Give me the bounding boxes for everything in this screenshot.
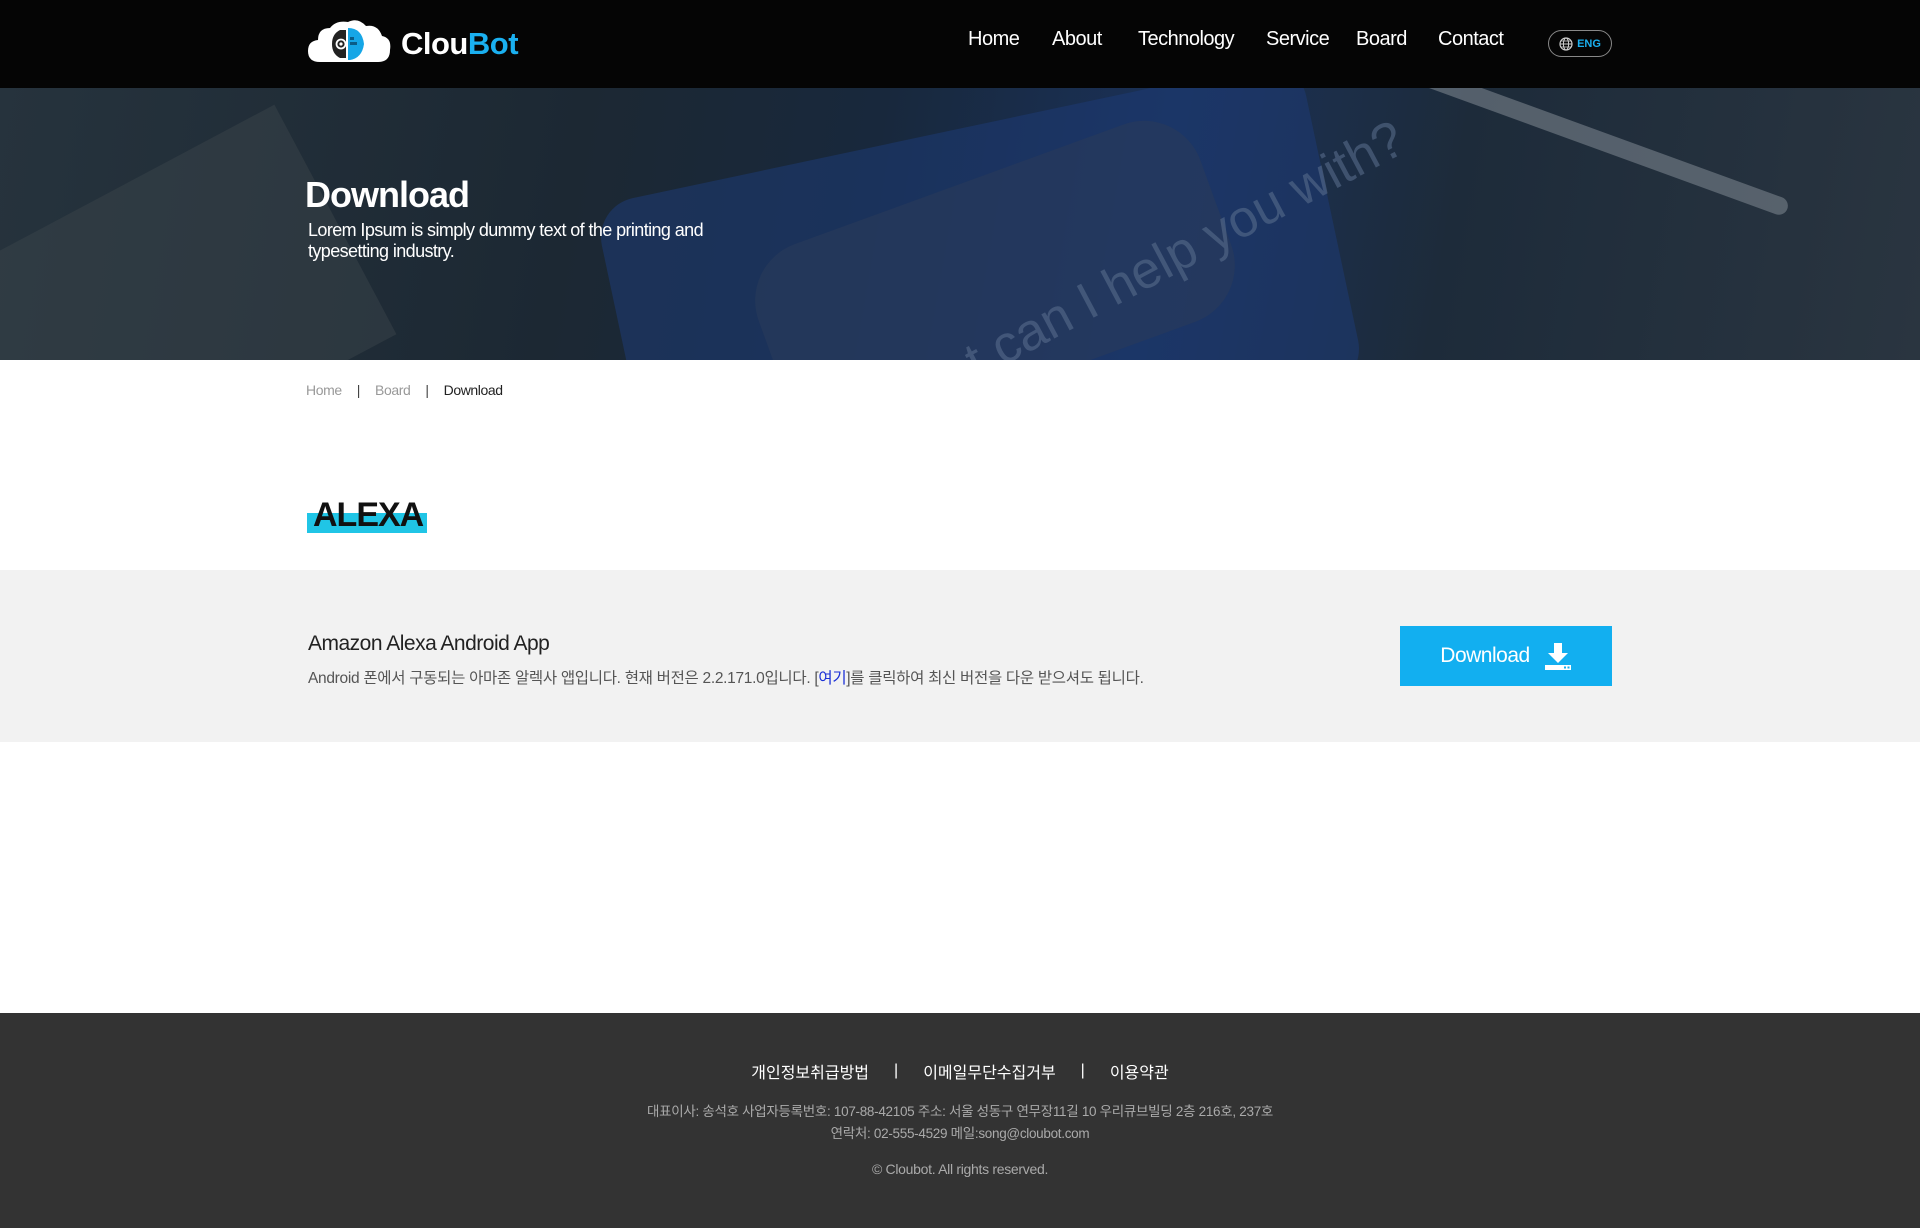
- footer-separator: |: [894, 1062, 899, 1079]
- nav-about[interactable]: About: [1052, 28, 1102, 51]
- site-footer: 개인정보취급방법 | 이메일무단수집거부 | 이용약관 대표이사: 송석호 사업…: [0, 1013, 1920, 1228]
- section-title: ALEXA: [307, 496, 428, 535]
- breadcrumb-separator: |: [425, 382, 429, 398]
- download-icon: [1544, 643, 1571, 670]
- footer-links: 개인정보취급방법 | 이메일무단수집거부 | 이용약관: [0, 1059, 1920, 1083]
- description-text: Android 폰에서 구동되는 아마존 알렉사 앱입니다. 현재 버전은 2.…: [308, 670, 819, 687]
- footer-link-terms[interactable]: 이용약관: [1110, 1059, 1169, 1083]
- breadcrumb-current: Download: [443, 382, 503, 398]
- download-item-title: Amazon Alexa Android App: [308, 632, 550, 655]
- page-hero-banner: What can I help you with? Download Lorem…: [0, 88, 1920, 360]
- language-toggle[interactable]: ENG: [1548, 30, 1612, 57]
- nav-service[interactable]: Service: [1266, 28, 1330, 51]
- page-subtitle: Lorem Ipsum is simply dummy text of the …: [308, 220, 704, 261]
- logo[interactable]: ClouBot: [306, 18, 519, 70]
- copyright: © Cloubot. All rights reserved.: [871, 1161, 1049, 1177]
- nav-board[interactable]: Board: [1356, 28, 1407, 51]
- footer-link-privacy[interactable]: 개인정보취급방법: [751, 1059, 869, 1083]
- language-label: ENG: [1577, 37, 1601, 50]
- logo-text: ClouBot: [401, 26, 519, 62]
- site-header: ClouBot Home About Technology Service Bo…: [0, 0, 1920, 88]
- footer-link-email-refusal[interactable]: 이메일무단수집거부: [923, 1059, 1055, 1083]
- nav-contact[interactable]: Contact: [1438, 28, 1504, 51]
- latest-version-link[interactable]: 여기: [818, 670, 846, 687]
- breadcrumb-board[interactable]: Board: [375, 382, 411, 398]
- breadcrumb: Home | Board | Download: [306, 382, 503, 398]
- description-text-tail: ]를 클릭하여 최신 버전을 다운 받으셔도 됩니다.: [846, 670, 1144, 687]
- company-info: 대표이사: 송석호 사업자등록번호: 107-88-42105 주소: 서울 성…: [0, 1101, 1920, 1145]
- logo-text-part1: Clou: [401, 26, 468, 61]
- footer-separator: |: [1080, 1062, 1085, 1079]
- page-title: Download: [305, 174, 470, 215]
- hero-background-pen: [1389, 88, 1791, 218]
- download-button-label: Download: [1440, 644, 1530, 667]
- globe-icon: [1559, 36, 1573, 51]
- company-info-line1: 대표이사: 송석호 사업자등록번호: 107-88-42105 주소: 서울 성…: [646, 1104, 1274, 1119]
- logo-text-part2: Bot: [467, 26, 519, 61]
- nav-technology[interactable]: Technology: [1138, 28, 1235, 51]
- breadcrumb-home[interactable]: Home: [306, 382, 342, 398]
- download-item-description: Android 폰에서 구동되는 아마존 알렉사 앱입니다. 현재 버전은 2.…: [308, 666, 1144, 688]
- cloud-robot-icon: [308, 20, 391, 62]
- breadcrumb-separator: |: [356, 382, 361, 398]
- section-title-text: ALEXA: [313, 496, 424, 534]
- download-button[interactable]: Download: [1400, 626, 1612, 686]
- nav-home[interactable]: Home: [968, 28, 1020, 51]
- company-info-line2: 연락처: 02-555-4529 메일:song@cloubot.com: [830, 1126, 1090, 1141]
- download-item: Amazon Alexa Android App Android 폰에서 구동되…: [0, 570, 1920, 742]
